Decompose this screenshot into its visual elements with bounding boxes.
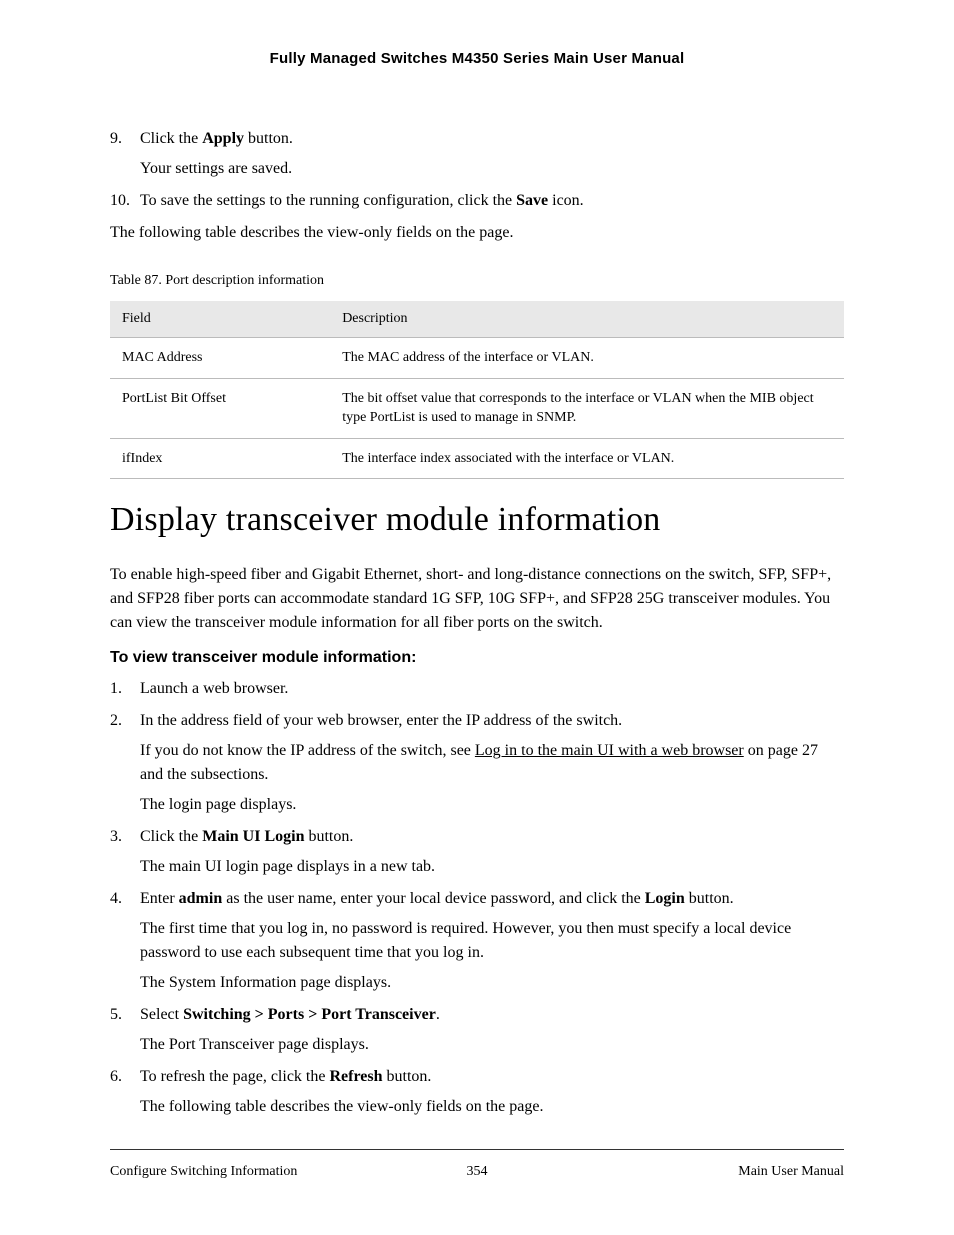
procedure-subheading: To view transceiver module information: [110,649,844,667]
step-text: Click the Main UI Login button. [140,828,353,845]
step-number: 10. [110,189,130,213]
step-number: 9. [110,127,122,151]
procedure-step-list: 1. Launch a web browser. 2. In the addre… [110,677,844,1119]
step-substep: The Port Transceiver page displays. [140,1033,844,1057]
step-substep: Your settings are saved. [140,157,844,181]
step-number: 5. [110,1003,122,1027]
table-cell-desc: The interface index associated with the … [330,438,844,479]
table-row: MAC Address The MAC address of the inter… [110,338,844,379]
step-2: 2. In the address field of your web brow… [110,709,844,817]
step-3: 3. Click the Main UI Login button. The m… [110,825,844,879]
step-text: Select Switching > Ports > Port Transcei… [140,1006,440,1023]
step-text: To refresh the page, click the Refresh b… [140,1068,431,1085]
step-substep: The following table describes the view-o… [140,1095,844,1119]
intro-paragraph: The following table describes the view-o… [110,221,844,245]
step-substep: The login page displays. [140,793,844,817]
step-6: 6. To refresh the page, click the Refres… [110,1065,844,1119]
section-heading: Display transceiver module information [110,501,844,539]
step-substep: The first time that you log in, no passw… [140,917,844,965]
step-number: 1. [110,677,122,701]
step-substep: If you do not know the IP address of the… [140,739,844,787]
step-substep: The System Information page displays. [140,971,844,995]
step-text: In the address field of your web browser… [140,712,622,729]
table-cell-desc: The bit offset value that corresponds to… [330,378,844,438]
step-number: 4. [110,887,122,911]
step-10: 10. To save the settings to the running … [110,189,844,213]
step-text: Launch a web browser. [140,680,288,697]
table-header-field: Field [110,301,330,338]
table-caption: Table 87. Port description information [110,273,844,289]
table-cell-field: MAC Address [110,338,330,379]
step-text: To save the settings to the running conf… [140,192,584,209]
step-9: 9. Click the Apply button. Your settings… [110,127,844,181]
table-header-description: Description [330,301,844,338]
step-1: 1. Launch a web browser. [110,677,844,701]
page-footer: Configure Switching Information 354 Main… [110,1149,844,1180]
table-row: PortList Bit Offset The bit offset value… [110,378,844,438]
cross-reference-link[interactable]: Log in to the main UI with a web browser [475,742,744,759]
step-substep: The main UI login page displays in a new… [140,855,844,879]
table-cell-desc: The MAC address of the interface or VLAN… [330,338,844,379]
table-cell-field: ifIndex [110,438,330,479]
footer-page-number: 354 [355,1164,600,1180]
continued-step-list: 9. Click the Apply button. Your settings… [110,127,844,213]
footer-manual-name: Main User Manual [599,1164,844,1180]
step-4: 4. Enter admin as the user name, enter y… [110,887,844,995]
step-5: 5. Select Switching > Ports > Port Trans… [110,1003,844,1057]
step-number: 6. [110,1065,122,1089]
footer-section-name: Configure Switching Information [110,1164,355,1180]
step-number: 3. [110,825,122,849]
table-row: ifIndex The interface index associated w… [110,438,844,479]
step-text: Click the Apply button. [140,130,293,147]
table-cell-field: PortList Bit Offset [110,378,330,438]
section-paragraph: To enable high-speed fiber and Gigabit E… [110,563,844,635]
page-header-title: Fully Managed Switches M4350 Series Main… [110,50,844,67]
step-text: Enter admin as the user name, enter your… [140,890,734,907]
step-number: 2. [110,709,122,733]
port-description-table: Field Description MAC Address The MAC ad… [110,301,844,479]
table-header-row: Field Description [110,301,844,338]
